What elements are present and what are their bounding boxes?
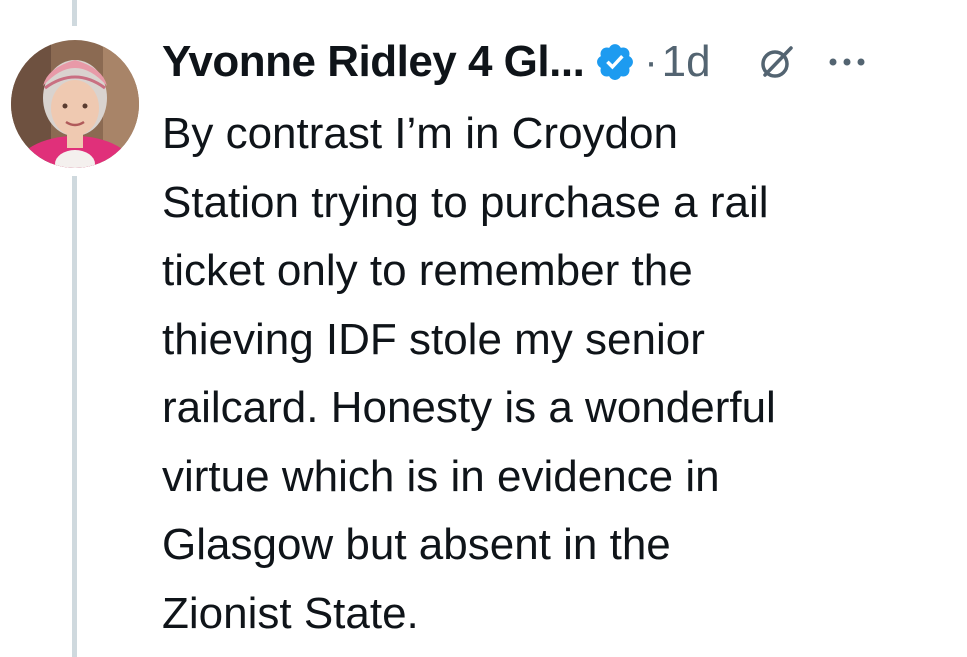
tweet-header: Yvonne Ridley 4 Gl... · 1d: [162, 30, 967, 94]
grok-icon[interactable]: [757, 42, 797, 82]
thread-connector-bottom: [72, 176, 77, 657]
tweet-text-line: Station trying to purchase a rail: [162, 177, 769, 227]
tweet-text-line: ticket only to remember the: [162, 246, 693, 295]
more-options-icon[interactable]: [825, 52, 869, 72]
separator-dot: ·: [644, 39, 658, 84]
tweet-text-line: railcard. Honesty is a wonderful: [162, 383, 776, 432]
tweet-text-line: Glasgow but absent in the: [162, 520, 671, 569]
thread-connector-top: [72, 0, 77, 26]
tweet-text-line: virtue which is in evidence in: [162, 451, 720, 501]
profile-photo: [11, 40, 139, 168]
tweet-timestamp[interactable]: 1d: [662, 37, 711, 87]
verified-badge-icon[interactable]: [594, 41, 636, 83]
tweet-text-line: Zionist State.: [162, 588, 419, 638]
author-display-name[interactable]: Yvonne Ridley 4 Gl...: [162, 37, 585, 87]
tweet-text-line: thieving IDF stole my senior: [162, 314, 705, 364]
avatar[interactable]: [11, 40, 139, 168]
tweet-text: By contrast I’m in Croydon Station tryin…: [162, 100, 952, 648]
tweet-text-line: By contrast I’m in Croydon: [162, 109, 678, 158]
